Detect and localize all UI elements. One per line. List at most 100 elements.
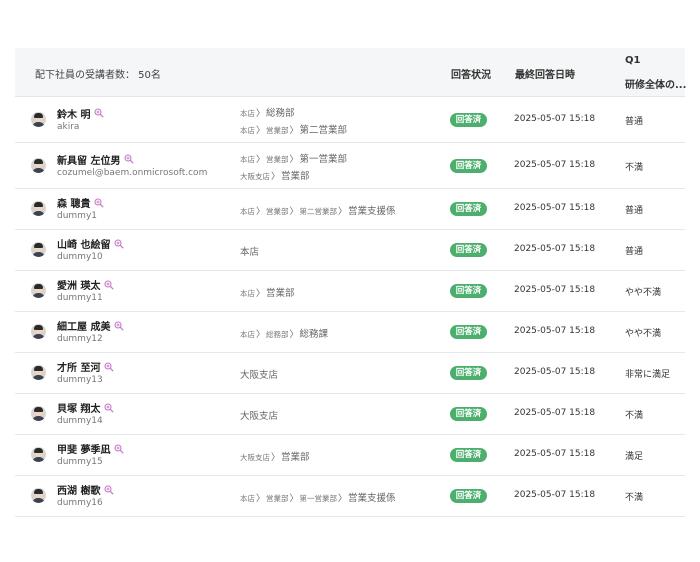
employee-name: 新具留 左位男 xyxy=(57,152,135,168)
employee-id: dummy1 xyxy=(57,211,98,221)
status-badge: 回答済 xyxy=(450,325,487,339)
q1-answer: やや不満 xyxy=(625,329,662,339)
employee-id: dummy13 xyxy=(57,375,103,385)
header-last-answered[interactable]: 最終回答日時 xyxy=(515,66,575,81)
last-answered-date: 2025-05-07 15:18 xyxy=(514,203,596,213)
q1-answer: 満足 xyxy=(625,452,644,462)
header-q1-subtitle[interactable]: 研修全体の... xyxy=(625,76,686,91)
status-badge: 回答済 xyxy=(450,243,487,257)
path-separator: 〉 xyxy=(289,330,299,340)
table-header: 配下社員の受講者数： 50名 回答状況 最終回答日時 Q1 研修全体の... xyxy=(15,48,686,97)
department-path: 本店〉営業部 xyxy=(240,288,295,299)
header-q1[interactable]: Q1 xyxy=(625,55,640,66)
q1-answer: 不満 xyxy=(625,493,644,503)
employee-id: dummy16 xyxy=(57,498,103,508)
zoom-in-icon[interactable] xyxy=(94,108,105,121)
employee-id: cozumel@baem.onmicrosoft.com xyxy=(57,167,208,178)
user-avatar xyxy=(31,111,46,127)
employee-name: 森 聰貴 xyxy=(57,195,105,211)
table-row[interactable]: 西湖 樹歌 dummy16 本店〉営業部〉第一営業部〉営業支援係 回答済 2025-05… xyxy=(15,476,685,517)
last-answered-date: 2025-05-07 15:18 xyxy=(514,367,596,377)
status-badge: 回答済 xyxy=(450,448,487,462)
department-path: 本店〉営業部〉第二営業部〉営業支援係 xyxy=(240,206,396,217)
path-separator: 〉 xyxy=(271,171,281,182)
table-row[interactable]: 細工屋 成美 dummy12 本店〉総務部〉総務課 回答済 2025-05-07 15:… xyxy=(15,312,685,353)
employee-name: 西湖 樹歌 xyxy=(57,482,115,498)
department-path: 大阪支店 xyxy=(240,411,279,422)
zoom-in-icon[interactable] xyxy=(94,197,105,211)
q1-answer: 普通 xyxy=(625,206,644,216)
path-separator: 〉 xyxy=(289,154,299,165)
path-separator: 〉 xyxy=(289,494,299,504)
employee-name: 才所 至河 xyxy=(57,359,115,375)
respondent-count: 配下社員の受講者数： 50名 xyxy=(35,70,161,81)
table-row[interactable]: 山崎 也絵留 dummy10 本店 回答済 2025-05-07 15:18 普通 xyxy=(15,230,685,271)
path-separator: 〉 xyxy=(256,125,266,136)
employee-name: 愛洲 瑛太 xyxy=(57,277,115,293)
last-answered-date: 2025-05-07 15:18 xyxy=(514,408,596,418)
user-avatar xyxy=(31,201,46,216)
user-avatar xyxy=(31,447,46,462)
employee-id: dummy10 xyxy=(57,252,103,262)
last-answered-date: 2025-05-07 15:18 xyxy=(514,326,596,336)
user-avatar xyxy=(31,406,46,421)
path-separator: 〉 xyxy=(256,154,266,165)
path-separator: 〉 xyxy=(338,207,348,217)
zoom-in-icon[interactable] xyxy=(104,361,115,375)
last-answered-date: 2025-05-07 15:18 xyxy=(514,113,596,124)
table-row[interactable]: 貝塚 翔太 dummy14 大阪支店 回答済 2025-05-07 15:18 不満 xyxy=(15,394,685,435)
employee-id: dummy14 xyxy=(57,416,103,426)
status-badge: 回答済 xyxy=(450,489,487,503)
path-separator: 〉 xyxy=(289,207,299,217)
zoom-in-icon[interactable] xyxy=(114,320,125,334)
employee-name: 山崎 也絵留 xyxy=(57,236,125,252)
table-row[interactable]: 新具留 左位男 cozumel@baem.onmicrosoft.com 本店〉営業… xyxy=(15,143,685,189)
user-avatar xyxy=(31,488,46,503)
path-separator: 〉 xyxy=(289,125,299,136)
table-body: 鈴木 明 akira 本店〉総務部 本店〉営業部〉第二営業部 回答済 2025-05-07… xyxy=(15,97,685,517)
user-avatar xyxy=(31,283,46,298)
employee-name: 甲斐 夢季凪 xyxy=(57,441,125,457)
q1-answer: 不満 xyxy=(625,162,644,173)
table-row[interactable]: 森 聰貴 dummy1 本店〉営業部〉第二営業部〉営業支援係 回答済 2025-05-0… xyxy=(15,189,685,230)
zoom-in-icon[interactable] xyxy=(114,443,125,457)
user-avatar xyxy=(31,157,46,173)
status-badge: 回答済 xyxy=(450,366,487,380)
respondent-table: 配下社員の受講者数： 50名 回答状況 最終回答日時 Q1 研修全体の... 鈴… xyxy=(15,48,686,517)
zoom-in-icon[interactable] xyxy=(124,154,135,167)
employee-name: 細工屋 成美 xyxy=(57,318,125,334)
table-row[interactable]: 才所 至河 dummy13 大阪支店 回答済 2025-05-07 15:18 非常に満足 xyxy=(15,353,685,394)
path-separator: 〉 xyxy=(256,494,266,504)
status-badge: 回答済 xyxy=(450,407,487,421)
header-status[interactable]: 回答状況 xyxy=(451,66,491,81)
department-path: 本店〉営業部〉第一営業部〉営業支援係 xyxy=(240,493,396,504)
zoom-in-icon[interactable] xyxy=(104,402,115,416)
user-avatar xyxy=(31,365,46,380)
path-separator: 〉 xyxy=(271,453,281,463)
q1-answer: 非常に満足 xyxy=(625,370,671,380)
employee-id: dummy15 xyxy=(57,457,103,467)
path-separator: 〉 xyxy=(256,289,266,299)
department-path: 本店 xyxy=(240,247,260,258)
department-path: 大阪支店〉営業部 xyxy=(240,170,310,182)
path-separator: 〉 xyxy=(256,330,266,340)
table-row[interactable]: 甲斐 夢季凪 dummy15 大阪支店〉営業部 回答済 2025-05-07 15:18… xyxy=(15,435,685,476)
zoom-in-icon[interactable] xyxy=(104,484,115,498)
zoom-in-icon[interactable] xyxy=(104,279,115,293)
path-separator: 〉 xyxy=(256,108,266,119)
zoom-in-icon[interactable] xyxy=(114,238,125,252)
department-path: 本店〉営業部〉第二営業部 xyxy=(240,124,348,136)
q1-answer: やや不満 xyxy=(625,288,662,298)
table-row[interactable]: 愛洲 瑛太 dummy11 本店〉営業部 回答済 2025-05-07 15:18 やや不… xyxy=(15,271,685,312)
status-badge: 回答済 xyxy=(450,284,487,298)
last-answered-date: 2025-05-07 15:18 xyxy=(514,490,596,500)
employee-name: 貝塚 翔太 xyxy=(57,400,115,416)
table-row[interactable]: 鈴木 明 akira 本店〉総務部 本店〉営業部〉第二営業部 回答済 2025-05-07… xyxy=(15,97,685,143)
employee-id: akira xyxy=(57,121,80,132)
last-answered-date: 2025-05-07 15:18 xyxy=(514,244,596,254)
employee-id: dummy11 xyxy=(57,293,103,303)
employee-name: 鈴木 明 xyxy=(57,106,105,122)
last-answered-date: 2025-05-07 15:18 xyxy=(514,285,596,295)
last-answered-date: 2025-05-07 15:18 xyxy=(514,159,596,170)
status-badge: 回答済 xyxy=(450,158,487,173)
